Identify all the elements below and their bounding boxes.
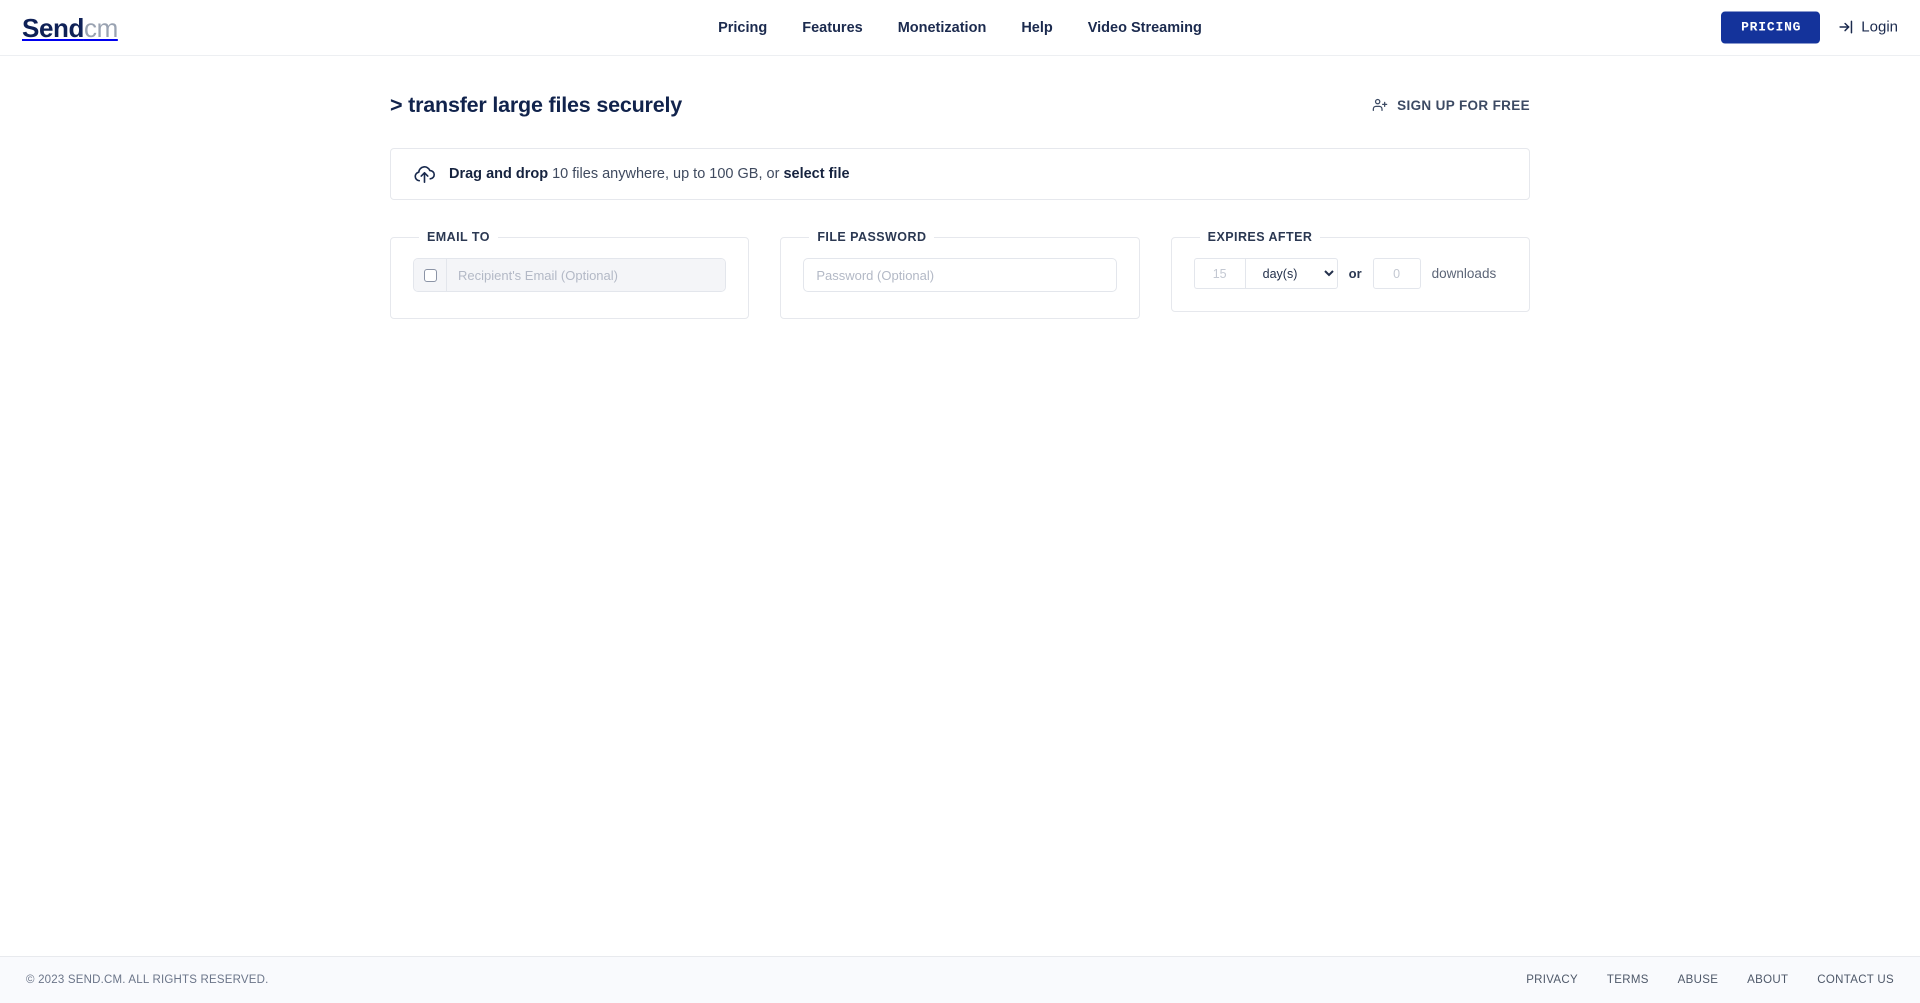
dropzone-middle-text: 10 files anywhere, up to 100 GB, or <box>548 166 784 182</box>
file-password-body <box>803 244 1117 292</box>
sign-up-label: SIGN UP FOR FREE <box>1397 97 1530 113</box>
nav-item-help[interactable]: Help <box>1021 20 1052 36</box>
duration-group: day(s)hour(s)minute(s) <box>1193 258 1338 289</box>
site-header: Sendcm Pricing Features Monetization Hel… <box>0 0 1920 56</box>
footer-links: PRIVACY TERMS ABUSE ABOUT CONTACT US <box>1526 974 1894 986</box>
file-password-input[interactable] <box>803 258 1117 292</box>
footer-link-abuse[interactable]: ABUSE <box>1678 974 1719 986</box>
sign-up-for-free-link[interactable]: SIGN UP FOR FREE <box>1372 97 1530 113</box>
hero-row: > transfer large files securely SIGN UP … <box>390 84 1530 126</box>
footer-link-privacy[interactable]: PRIVACY <box>1526 974 1578 986</box>
primary-navigation: Pricing Features Monetization Help Video… <box>718 20 1202 36</box>
expires-days-input[interactable] <box>1193 258 1245 289</box>
site-logo[interactable]: Sendcm <box>22 15 118 41</box>
email-notify-checkbox[interactable] <box>423 268 437 282</box>
login-label: Login <box>1861 19 1898 36</box>
nav-item-monetization[interactable]: Monetization <box>898 20 987 36</box>
logo-text-primary: Send <box>22 12 84 43</box>
footer-link-about[interactable]: ABOUT <box>1747 974 1788 986</box>
expires-downloads-label: downloads <box>1431 266 1497 281</box>
expires-or-label: or <box>1348 266 1362 281</box>
select-file-link[interactable]: select file <box>783 166 849 182</box>
dropzone-text: Drag and drop 10 files anywhere, up to 1… <box>449 166 850 182</box>
site-footer: © 2023 SEND.CM. ALL RIGHTS RESERVED. PRI… <box>0 956 1920 1003</box>
login-arrow-icon <box>1838 19 1855 36</box>
nav-item-features[interactable]: Features <box>802 20 862 36</box>
copyright-text: © 2023 SEND.CM. ALL RIGHTS RESERVED. <box>26 974 269 986</box>
logo-text-secondary: cm <box>83 12 118 43</box>
email-input-group <box>413 258 727 292</box>
nav-item-pricing[interactable]: Pricing <box>718 20 767 36</box>
pricing-button[interactable]: PRICING <box>1721 11 1821 44</box>
email-checkbox-cell[interactable] <box>414 259 447 291</box>
nav-item-video-streaming[interactable]: Video Streaming <box>1088 20 1202 36</box>
footer-link-terms[interactable]: TERMS <box>1607 974 1649 986</box>
options-row: EMAIL TO FILE PASSWORD EXPIRES AFTER <box>390 230 1530 319</box>
email-to-body <box>413 244 727 292</box>
main-content: > transfer large files securely SIGN UP … <box>390 56 1530 319</box>
footer-link-contact-us[interactable]: CONTACT US <box>1817 974 1894 986</box>
expires-after-fieldset: EXPIRES AFTER day(s)hour(s)minute(s) or … <box>1170 230 1530 312</box>
expires-downloads-input[interactable] <box>1372 258 1421 289</box>
expires-unit-select[interactable]: day(s)hour(s)minute(s) <box>1244 258 1338 289</box>
expires-after-legend: EXPIRES AFTER <box>1207 230 1313 244</box>
dropzone-strong-lead: Drag and drop <box>449 166 549 182</box>
header-actions: PRICING Login <box>1721 11 1898 44</box>
file-password-legend: FILE PASSWORD <box>817 230 927 244</box>
file-dropzone[interactable]: Drag and drop 10 files anywhere, up to 1… <box>390 148 1530 200</box>
file-password-fieldset: FILE PASSWORD <box>780 230 1140 319</box>
expires-after-body: day(s)hour(s)minute(s) or downloads <box>1193 244 1507 289</box>
email-to-legend: EMAIL TO <box>427 230 490 244</box>
cloud-upload-icon <box>413 163 436 186</box>
recipient-email-input[interactable] <box>447 259 726 291</box>
email-to-fieldset: EMAIL TO <box>390 230 750 319</box>
user-plus-icon <box>1372 97 1388 113</box>
page-title: > transfer large files securely <box>390 92 682 117</box>
login-link[interactable]: Login <box>1838 19 1898 36</box>
expires-controls: day(s)hour(s)minute(s) or downloads <box>1193 258 1507 289</box>
